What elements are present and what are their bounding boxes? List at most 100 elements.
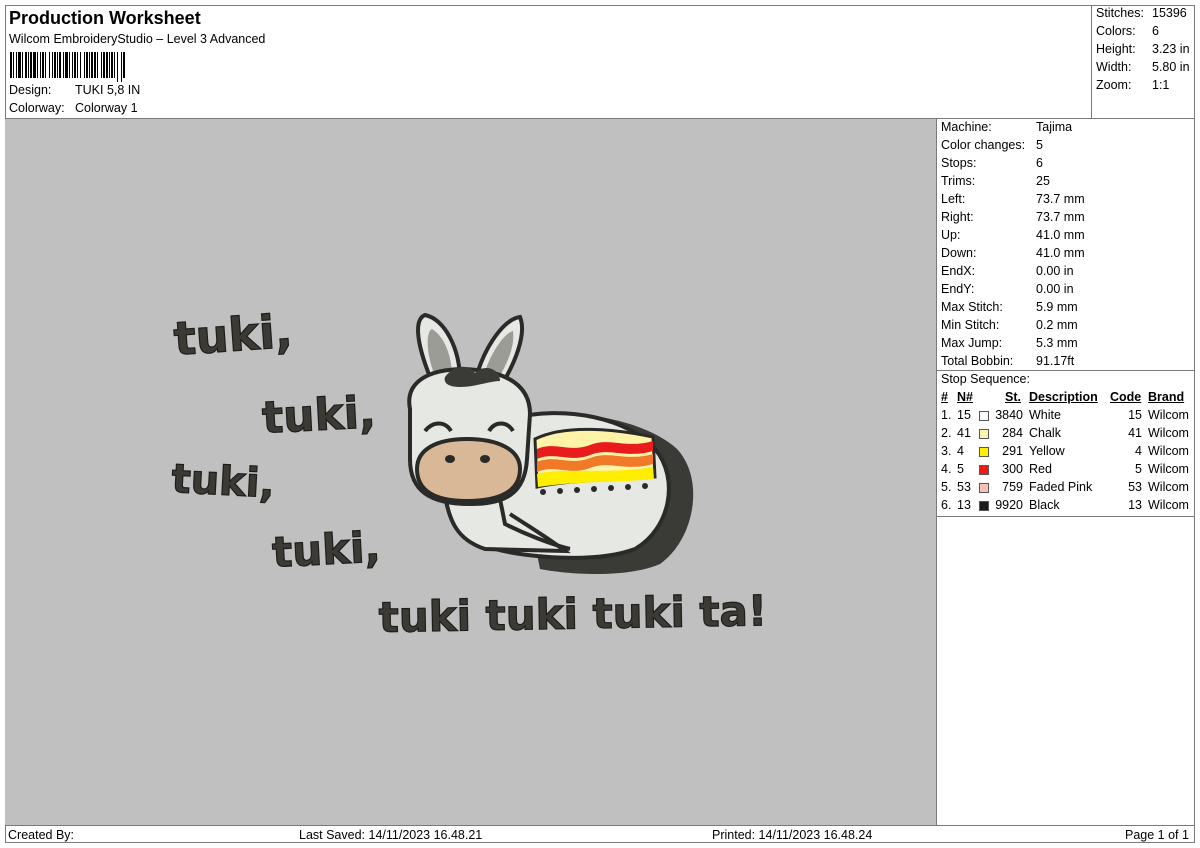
min-stitch-row: Min Stitch: 0.2 mm xyxy=(941,318,1078,332)
max-stitch-label: Max Stitch: xyxy=(941,300,1003,314)
donkey-left-nostril xyxy=(445,455,455,463)
design-row: Design: TUKI 5,8 IN xyxy=(9,83,140,97)
donkey-illustration xyxy=(407,312,694,574)
stop-needle: 41 xyxy=(957,426,971,440)
right-value: 73.7 mm xyxy=(1036,210,1085,224)
stop-description: Chalk xyxy=(1029,426,1061,440)
height-value: 3.23 in xyxy=(1152,42,1190,56)
color-swatch xyxy=(979,501,989,511)
endx-row: EndX: 0.00 in xyxy=(941,264,1074,278)
max-jump-value: 5.3 mm xyxy=(1036,336,1078,350)
donkey-muzzle xyxy=(414,436,523,504)
stop-num: 3. xyxy=(941,444,952,458)
right-label: Right: xyxy=(941,210,974,224)
height-label: Height: xyxy=(1096,42,1136,56)
software-name: Wilcom EmbroideryStudio – Level 3 Advanc… xyxy=(9,32,266,46)
right-row: Right: 73.7 mm xyxy=(941,210,1085,224)
min-stitch-value: 0.2 mm xyxy=(1036,318,1078,332)
barcode xyxy=(10,52,125,82)
colorway-row: Colorway: Colorway 1 xyxy=(9,101,138,115)
donkey-right-nostril xyxy=(480,455,490,463)
design-text-line-2: tuki, xyxy=(261,387,377,444)
trims-label: Trims: xyxy=(941,174,976,188)
color-swatch xyxy=(979,447,989,457)
stop-code: 4 xyxy=(1135,444,1142,458)
stop-code: 15 xyxy=(1128,408,1142,422)
col-header-st: St. xyxy=(1005,390,1021,404)
endy-label: EndY: xyxy=(941,282,975,296)
color-swatch xyxy=(979,429,989,439)
total-bobbin-label: Total Bobbin: xyxy=(941,354,1014,368)
stop-stitches: 284 xyxy=(1002,426,1023,440)
endx-label: EndX: xyxy=(941,264,976,278)
col-header-n: N# xyxy=(957,390,973,404)
design-text-line-3: tuki, xyxy=(170,456,275,507)
color-changes-value: 5 xyxy=(1036,138,1043,152)
stops-value: 6 xyxy=(1036,156,1043,170)
width-value: 5.80 in xyxy=(1152,60,1190,74)
printed-date: Printed: 14/11/2023 16.48.24 xyxy=(712,828,873,842)
stop-description: Black xyxy=(1029,498,1060,512)
col-header-code: Code xyxy=(1110,390,1142,404)
col-header-description: Description xyxy=(1029,390,1098,404)
page-title: Production Worksheet xyxy=(9,8,201,28)
stop-brand: Wilcom xyxy=(1148,444,1189,458)
stop-code: 5 xyxy=(1135,462,1142,476)
color-changes-label: Color changes: xyxy=(941,138,1026,152)
stop-num: 5. xyxy=(941,480,952,494)
left-value: 73.7 mm xyxy=(1036,192,1085,206)
design-text-line-1: tuki, xyxy=(172,304,294,366)
height-row: Height: 3.23 in xyxy=(1096,42,1190,56)
down-value: 41.0 mm xyxy=(1036,246,1085,260)
up-row: Up: 41.0 mm xyxy=(941,228,1085,242)
colorway-value: Colorway 1 xyxy=(75,101,138,115)
stitches-value: 15396 xyxy=(1152,6,1187,20)
width-label: Width: xyxy=(1096,60,1132,74)
stop-needle: 13 xyxy=(957,498,971,512)
stops-row: Stops: 6 xyxy=(941,156,1043,170)
max-stitch-value: 5.9 mm xyxy=(1036,300,1078,314)
machine-row: Machine: Tajima xyxy=(941,120,1072,134)
stitches-row: Stitches: 15396 xyxy=(1096,6,1187,20)
page-number: Page 1 of 1 xyxy=(1125,828,1189,842)
header-panel: Production Worksheet Wilcom EmbroiderySt… xyxy=(5,5,1092,118)
divider xyxy=(937,370,1195,371)
up-value: 41.0 mm xyxy=(1036,228,1085,242)
stop-brand: Wilcom xyxy=(1148,408,1189,422)
stop-stitches: 759 xyxy=(1002,480,1023,494)
stop-description: Faded Pink xyxy=(1029,480,1093,494)
color-swatch xyxy=(979,465,989,475)
min-stitch-label: Min Stitch: xyxy=(941,318,1000,332)
zoom-label: Zoom: xyxy=(1096,78,1132,92)
stop-stitches: 300 xyxy=(1002,462,1023,476)
width-row: Width: 5.80 in xyxy=(1096,60,1190,74)
endx-value: 0.00 in xyxy=(1036,264,1074,278)
max-jump-label: Max Jump: xyxy=(941,336,1003,350)
footer: Created By: Last Saved: 14/11/2023 16.48… xyxy=(5,825,1195,843)
stop-num: 6. xyxy=(941,498,952,512)
stop-brand: Wilcom xyxy=(1148,426,1189,440)
up-label: Up: xyxy=(941,228,961,242)
summary-panel: Stitches: 15396 Colors: 6 Height: 3.23 in W… xyxy=(1092,5,1195,118)
zoom-row: Zoom: 1:1 xyxy=(1096,78,1169,92)
colors-value: 6 xyxy=(1152,24,1159,38)
color-swatch xyxy=(979,411,989,421)
machine-label: Machine: xyxy=(941,120,992,134)
trims-row: Trims: 25 xyxy=(941,174,1050,188)
stop-num: 2. xyxy=(941,426,952,440)
colors-row: Colors: 6 xyxy=(1096,24,1159,38)
left-label: Left: xyxy=(941,192,966,206)
col-header-brand: Brand xyxy=(1148,390,1185,404)
stop-num: 4. xyxy=(941,462,952,476)
design-text-line-4: tuki, xyxy=(271,522,382,577)
stop-sequence-title: Stop Sequence: xyxy=(941,372,1030,386)
stop-description: White xyxy=(1029,408,1061,422)
max-jump-row: Max Jump: 5.3 mm xyxy=(941,336,1078,350)
zoom-value: 1:1 xyxy=(1152,78,1170,92)
stop-stitches: 291 xyxy=(1002,444,1023,458)
divider xyxy=(937,516,1195,517)
stop-code: 41 xyxy=(1128,426,1142,440)
stop-brand: Wilcom xyxy=(1148,480,1189,494)
stop-needle: 4 xyxy=(957,444,964,458)
col-header-num: # xyxy=(941,390,948,404)
